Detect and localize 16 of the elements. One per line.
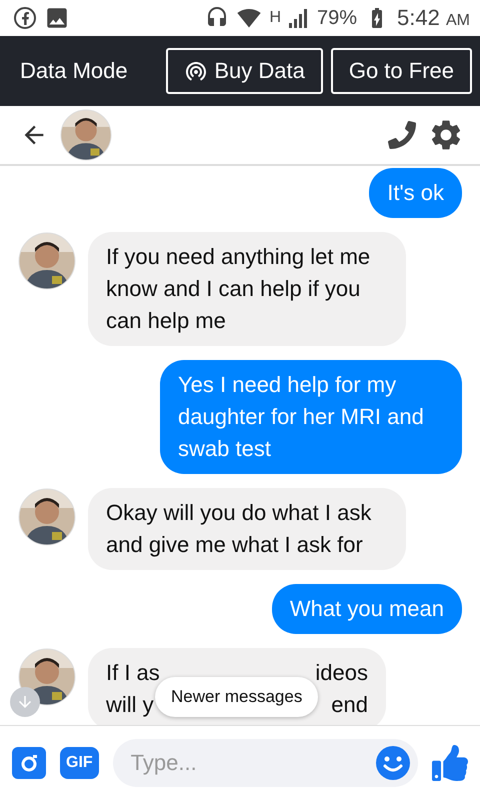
battery-percent: 79% (317, 6, 358, 30)
clock: 5:42 AM (397, 5, 470, 31)
data-mode-label: Data Mode (20, 58, 129, 84)
message-bubble: Yes I need help for my daughter for her MRI and swab test (160, 360, 462, 474)
message-bubble: Okay will you do what I ask and give me what I ask for (88, 488, 406, 570)
network-type: H (269, 9, 282, 27)
buy-data-button[interactable]: Buy Data (166, 48, 323, 94)
go-to-free-button[interactable]: Go to Free (330, 48, 472, 94)
message-text: will y (106, 691, 154, 719)
message-bubble: It's ok (369, 168, 462, 218)
message-text: end (331, 691, 368, 719)
gif-button[interactable]: GIF (60, 747, 99, 779)
message-bubble: If you need anything let me know and I can help if you can help me (88, 232, 406, 346)
text-input[interactable]: Type... (128, 749, 376, 777)
message-input[interactable]: Type... (112, 739, 418, 787)
message-bubble: What you mean (272, 584, 462, 634)
